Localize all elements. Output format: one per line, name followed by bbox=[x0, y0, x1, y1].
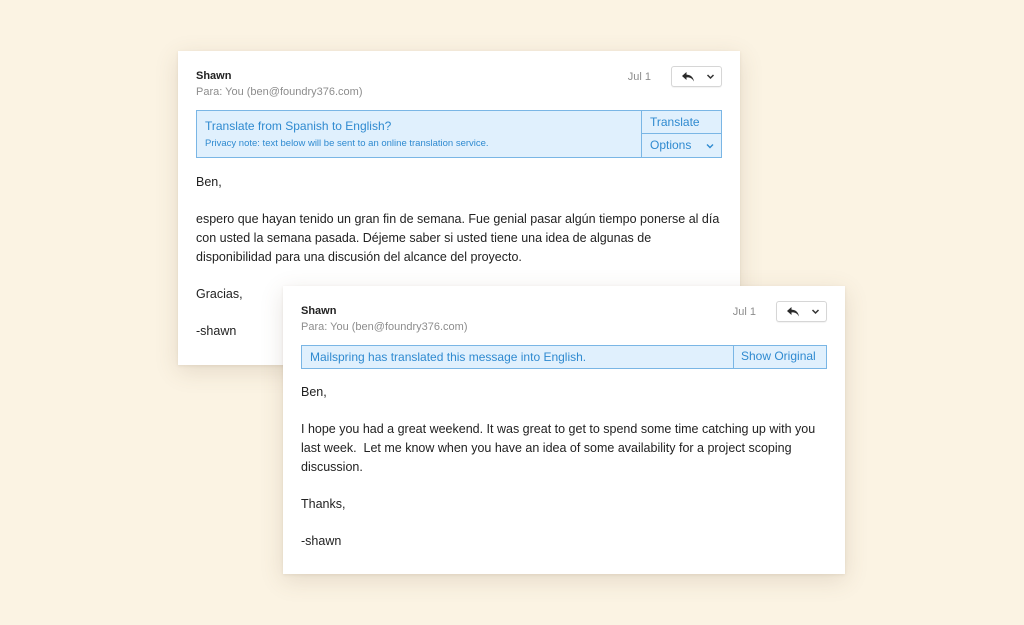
message-header: Shawn Para: You (ben@foundry376.com) Jul… bbox=[196, 66, 722, 101]
recipient-line: Para: You (ben@foundry376.com) bbox=[196, 86, 363, 98]
reply-icon bbox=[787, 307, 799, 317]
chevron-down-icon[interactable] bbox=[811, 307, 820, 316]
translated-email-card: Shawn Para: You (ben@foundry376.com) Jul… bbox=[283, 286, 845, 574]
message-header: Shawn Para: You (ben@foundry376.com) Jul… bbox=[301, 301, 827, 336]
greeting: Ben, bbox=[196, 175, 222, 189]
greeting: Ben, bbox=[301, 385, 327, 399]
privacy-note: Privacy note: text below will be sent to… bbox=[205, 138, 489, 149]
body-paragraph: I hope you had a great weekend. It was g… bbox=[301, 422, 819, 474]
message-date: Jul 1 bbox=[732, 306, 756, 318]
body-paragraph: espero que hayan tenido un gran fin de s… bbox=[196, 212, 720, 264]
translate-prompt-title: Translate from Spanish to English? bbox=[205, 119, 392, 133]
recipient-line: Para: You (ben@foundry376.com) bbox=[301, 321, 468, 333]
message-body: Ben, I hope you had a great weekend. It … bbox=[301, 383, 827, 551]
reply-icon bbox=[682, 72, 694, 82]
chevron-down-icon bbox=[706, 144, 714, 149]
translate-button[interactable]: Translate bbox=[641, 111, 721, 134]
translate-button-label: Translate bbox=[650, 115, 700, 129]
signature: -shawn bbox=[301, 534, 342, 548]
chevron-down-icon[interactable] bbox=[706, 72, 715, 81]
translated-notice-text: Mailspring has translated this message i… bbox=[310, 350, 587, 364]
closing: Thanks, bbox=[301, 497, 346, 511]
options-dropdown-button[interactable]: Options bbox=[641, 134, 721, 157]
show-original-button[interactable]: Show Original bbox=[733, 346, 826, 368]
message-date: Jul 1 bbox=[627, 71, 651, 83]
show-original-label: Show Original bbox=[741, 349, 816, 363]
reply-button[interactable] bbox=[671, 66, 722, 87]
translated-notice-banner: Mailspring has translated this message i… bbox=[301, 345, 827, 369]
options-button-label: Options bbox=[650, 138, 692, 152]
translate-prompt-banner: Translate from Spanish to English? Priva… bbox=[196, 110, 722, 158]
reply-button[interactable] bbox=[776, 301, 827, 322]
